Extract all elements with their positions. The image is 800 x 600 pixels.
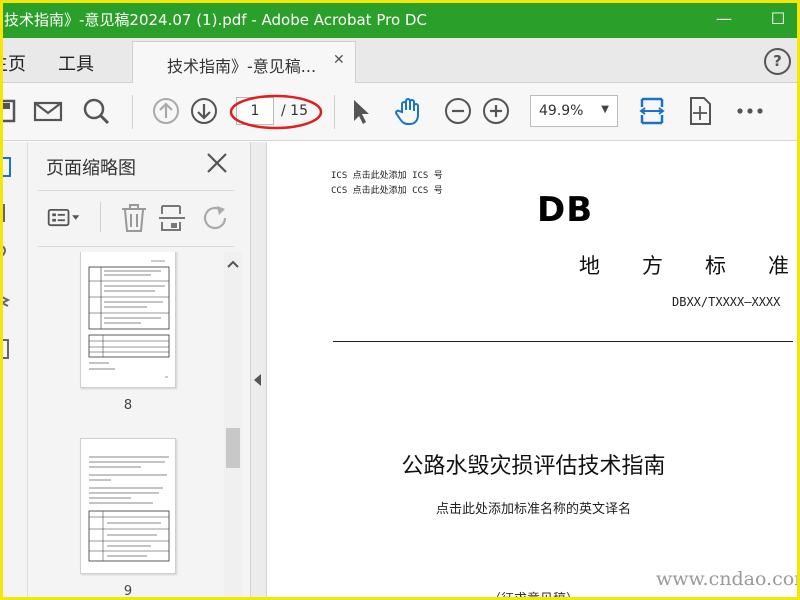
layers-icon[interactable] — [0, 290, 12, 312]
standard-type-char: 准 — [768, 254, 789, 278]
email-icon[interactable] — [32, 95, 64, 127]
more-icon[interactable] — [734, 95, 766, 127]
thumbnail-page-number: 8 — [123, 398, 133, 413]
previous-page-icon[interactable] — [150, 95, 182, 127]
chevron-down-icon: ▼ — [601, 104, 609, 115]
select-cursor-icon[interactable] — [344, 95, 376, 127]
thumbnail-options-icon[interactable] — [46, 200, 82, 236]
standard-type-char: 地 — [579, 254, 600, 278]
document-tab-label: 技术指南》-意见稿... — [167, 57, 317, 76]
page-thumbnails-icon[interactable] — [0, 156, 14, 180]
scroll-mode-icon[interactable] — [684, 95, 716, 127]
bookmarks-icon[interactable] — [0, 202, 12, 224]
tab-tools[interactable]: 工具 — [58, 50, 94, 76]
help-icon[interactable]: ? — [764, 48, 791, 75]
rotate-page-icon[interactable] — [198, 200, 234, 236]
standard-code: DBXX/TXXXX—XXXX — [672, 295, 781, 309]
english-title-placeholder[interactable]: 点击此处添加标准名称的英文译名 — [267, 498, 800, 517]
signatures-icon[interactable] — [0, 338, 12, 362]
fit-width-icon[interactable] — [636, 95, 668, 127]
search-icon[interactable] — [80, 95, 112, 127]
minimize-button[interactable]: — — [710, 6, 738, 32]
maximize-button[interactable]: ☐ — [764, 6, 792, 32]
extract-page-icon[interactable] — [156, 200, 192, 236]
panel-title: 页面缩略图 — [46, 158, 136, 179]
site-watermark: www.cndao.com — [656, 568, 800, 590]
document-title: 公路水毁灾损评估技术指南 — [401, 454, 666, 479]
delete-page-icon[interactable] — [116, 200, 152, 236]
toolbar-divider — [334, 95, 335, 129]
collapse-arrow-icon — [254, 374, 261, 386]
window-title: 技术指南》-意见稿2024.07 (1).pdf - Adobe Acrobat… — [4, 11, 427, 29]
panel-divider — [38, 246, 234, 247]
close-tab-icon[interactable]: ✕ — [333, 52, 345, 68]
page-thumbnail[interactable] — [80, 252, 176, 388]
left-nav-strip — [0, 142, 28, 600]
main-toolbar: 1 / 15 49.9% ▼ — [0, 83, 800, 141]
ics-line: ICS 点击此处添加 ICS 号 — [331, 171, 443, 181]
thumbnail-list: 8 9 — [28, 252, 250, 600]
page-thumbnail[interactable] — [80, 438, 176, 574]
collapse-panel-handle[interactable] — [250, 142, 267, 600]
panel-tool-divider — [100, 202, 101, 232]
thumbnail-page-number: 9 — [123, 584, 133, 599]
standard-type-char: 方 — [642, 254, 663, 278]
tab-home[interactable]: 主页 — [0, 50, 26, 76]
page-thumbnail-preview — [88, 260, 170, 378]
close-icon[interactable] — [202, 148, 232, 178]
page-number-annotation-ellipse — [229, 94, 323, 130]
page-thumbnail-preview — [88, 456, 170, 562]
save-icon[interactable] — [0, 95, 24, 127]
standard-type: 地 方 标 准 — [579, 250, 789, 280]
toolbar-divider — [132, 95, 133, 129]
scroll-up-icon[interactable] — [224, 256, 242, 272]
title-bar: 技术指南》-意见稿2024.07 (1).pdf - Adobe Acrobat… — [0, 0, 800, 38]
header-rule — [333, 341, 793, 342]
panel-divider — [38, 190, 234, 191]
page-thumbnails-panel: 页面缩略图 8 9 — [28, 142, 250, 600]
tab-bar: 主页 工具 技术指南》-意见稿... ✕ ? — [0, 38, 800, 84]
scrollbar-thumb[interactable] — [226, 428, 240, 468]
next-page-icon[interactable] — [188, 95, 220, 127]
zoom-in-icon[interactable] — [480, 95, 512, 127]
db-logo: DB — [537, 190, 594, 230]
ccs-line: CCS 点击此处添加 CCS 号 — [331, 186, 443, 196]
standard-type-char: 标 — [705, 254, 726, 278]
tab-document[interactable]: 技术指南》-意见稿... ✕ — [132, 41, 356, 84]
document-view[interactable]: ICS 点击此处添加 ICS 号 CCS 点击此处添加 CCS 号 DB 地 方… — [267, 142, 800, 600]
hand-tool-icon[interactable] — [393, 95, 425, 127]
thumbnail-scrollbar[interactable] — [224, 252, 242, 600]
zoom-select[interactable]: 49.9% ▼ — [530, 95, 618, 127]
attachments-icon[interactable] — [0, 242, 12, 264]
zoom-out-icon[interactable] — [442, 95, 474, 127]
zoom-value: 49.9% — [539, 103, 584, 119]
